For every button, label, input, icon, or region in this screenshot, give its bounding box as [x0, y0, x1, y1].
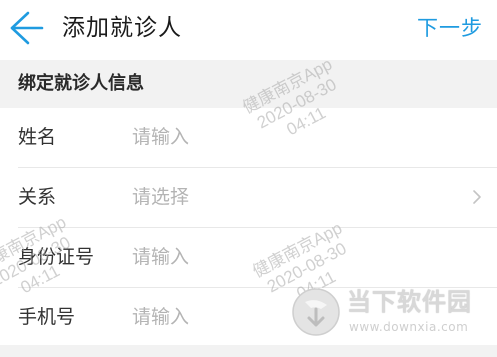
phone-label: 手机号: [18, 306, 76, 328]
section-title: 绑定就诊人信息: [18, 73, 144, 94]
back-button[interactable]: [6, 6, 46, 50]
relation-select[interactable]: 请选择: [132, 180, 189, 214]
id-number-label: 身份证号: [18, 246, 95, 268]
app-header: 添加就诊人 下一步: [0, 0, 497, 60]
name-label: 姓名: [18, 126, 57, 148]
relation-label: 关系: [18, 186, 57, 208]
chevron-right-icon: [473, 190, 481, 204]
site-logo-name: 当下软件园: [347, 288, 472, 316]
add-patient-page: 添加就诊人 下一步 绑定就诊人信息 姓名 关系 请选择 身份证号 手机号 健康南: [0, 0, 497, 357]
name-input[interactable]: [132, 120, 452, 154]
form-row-id-number: 身份证号: [18, 228, 497, 288]
id-number-input[interactable]: [132, 240, 452, 274]
site-logo-url: www.downxia.com: [349, 320, 469, 334]
next-step-button[interactable]: 下一步: [417, 10, 483, 46]
bottom-divider-band: [0, 345, 497, 357]
page-title: 添加就诊人: [62, 15, 182, 41]
section-header: 绑定就诊人信息: [0, 60, 497, 108]
site-logo-watermark: 当下软件园 www.downxia.com: [291, 283, 491, 343]
form-row-name: 姓名: [18, 108, 497, 168]
downxia-logo-icon: [292, 288, 340, 336]
form-row-relation[interactable]: 关系 请选择: [18, 168, 497, 228]
arrow-left-icon: [10, 11, 44, 45]
